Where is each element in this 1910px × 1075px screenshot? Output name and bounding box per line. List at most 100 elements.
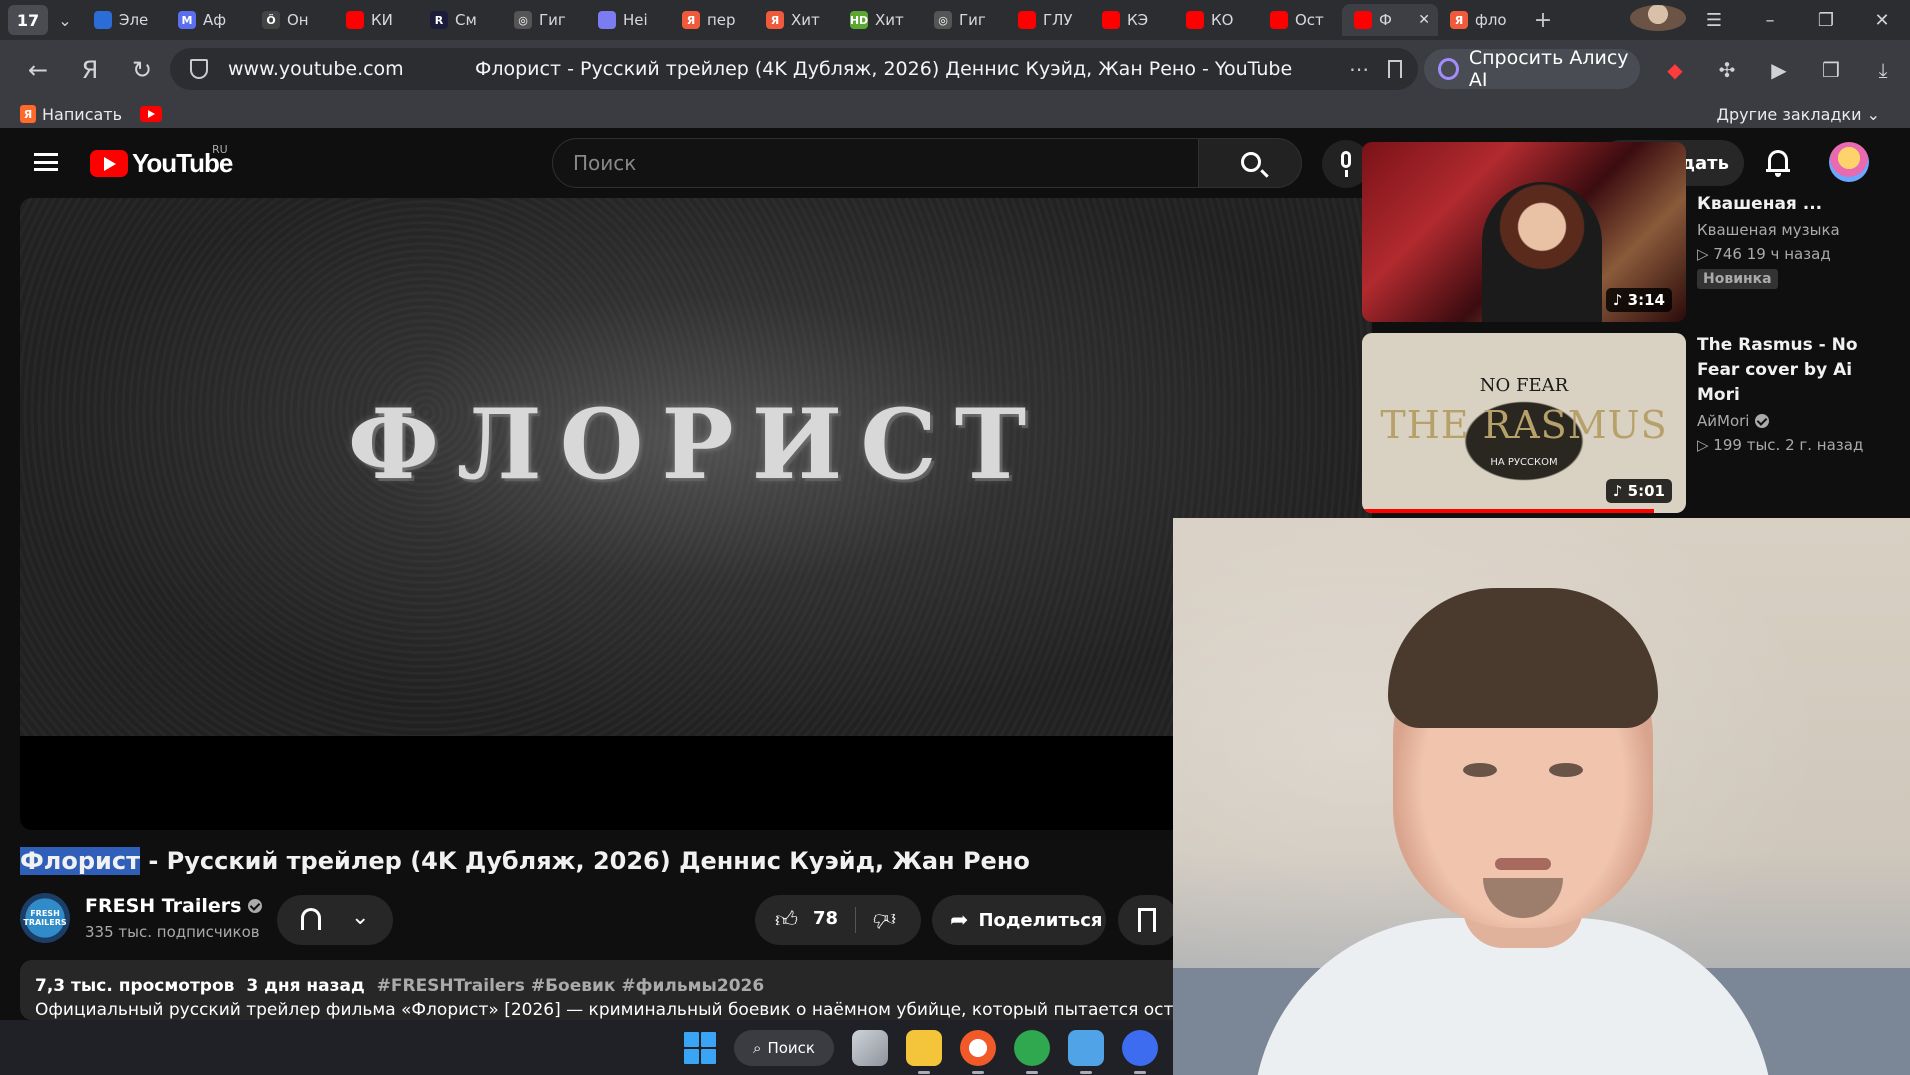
profile-button[interactable] [1630, 4, 1686, 36]
browser-tab[interactable]: Нei [586, 4, 670, 36]
video-title-highlight: Флорист [20, 847, 140, 875]
ask-alice-button[interactable]: Спросить Алису AI [1424, 47, 1640, 91]
bookmark-icon[interactable] [1388, 60, 1402, 78]
tab-count-badge[interactable]: 17 [8, 5, 48, 35]
browser-tab[interactable]: Я Хит [754, 4, 838, 36]
more-dots-icon[interactable]: ⋯ [1349, 57, 1370, 81]
reload-icon[interactable]: ↻ [116, 56, 168, 84]
omnibox[interactable]: www.youtube.com Флорист - Русский трейле… [170, 48, 1418, 90]
recommendation-thumbnail[interactable]: ♪ 3:14 [1362, 142, 1686, 322]
browser-tab[interactable]: ◎ Гиг [502, 4, 586, 36]
extensions-puzzle-icon[interactable]: ✣ [1712, 58, 1742, 82]
video-player[interactable]: ФЛОРИСТ [20, 198, 1372, 830]
search-button[interactable] [1198, 138, 1302, 188]
tab-favicon-icon [94, 11, 112, 29]
tab-list-chevron-icon[interactable]: ⌄ [48, 11, 82, 30]
tab-strip: Эле M Аф Ö Он КИ R См ◎ Гиг Нei Япер Я Хит HD Хит ◎ Гиг ГЛ… [82, 4, 1522, 36]
like-count[interactable]: 78 [813, 908, 838, 929]
recommendation-item[interactable]: ♪ 3:14 Квашеная ... Квашеная музыка ▷ 74… [1362, 142, 1910, 322]
duration-badge: ♪ 5:01 [1605, 479, 1672, 503]
browser-tab[interactable]: КИ [334, 4, 418, 36]
other-bookmarks[interactable]: Другие закладки ⌄ [1717, 105, 1881, 124]
description-meta: 7,3 тыс. просмотров 3 дня назад #FRESHTr… [35, 976, 1357, 996]
media-player-icon[interactable]: ▶ [1764, 58, 1794, 82]
tab-favicon-icon [1018, 11, 1036, 29]
account-avatar[interactable] [1829, 142, 1869, 182]
browser-tab[interactable]: ГЛУ [1006, 4, 1090, 36]
messenger-icon[interactable] [1122, 1029, 1158, 1074]
recommendation-channel-label: АйMori [1697, 412, 1750, 430]
profile-avatar-icon [1630, 4, 1686, 31]
channel-name[interactable]: FRESH Trailers [85, 895, 263, 917]
browser-tab[interactable]: Эле [82, 4, 166, 36]
yandex-browser-icon[interactable] [960, 1029, 996, 1074]
recommendation-stats: ▷ 199 тыс. 2 г. назад [1697, 436, 1864, 454]
browser-tab[interactable]: HD Хит [838, 4, 922, 36]
browser-tab[interactable]: Ф ✕ [1342, 4, 1438, 36]
youtube-bookmark-icon [140, 106, 163, 122]
browser-tab[interactable]: Япер [670, 4, 754, 36]
downloads-icon[interactable]: ⤓ [1868, 58, 1898, 82]
task-view-icon[interactable] [852, 1029, 888, 1066]
region-code: RU [212, 143, 228, 156]
browser-tab[interactable]: ◎ Гиг [922, 4, 1006, 36]
recommendation-title[interactable]: The Rasmus - No Fear cover by Ai Mori [1697, 333, 1897, 408]
bookmark-write[interactable]: Я Написать [20, 105, 122, 124]
browser-tab[interactable]: КО [1174, 4, 1258, 36]
channel-avatar[interactable]: FRESH TRAILERS [20, 893, 70, 943]
yandex-home-icon[interactable]: Я [64, 56, 116, 84]
recommendation-channel[interactable]: Квашеная музыка [1697, 221, 1897, 239]
browser-tab[interactable]: R См [418, 4, 502, 36]
recommendation-channel[interactable]: АйMori [1697, 412, 1897, 430]
close-tab-icon[interactable]: ✕ [1418, 12, 1430, 28]
browser-tab[interactable]: Яфло [1438, 4, 1522, 36]
tab-favicon-icon [1270, 11, 1288, 29]
collections-icon[interactable]: ❒ [1816, 58, 1846, 82]
recommendation-item[interactable]: NO FEAR THE RASMUS НА РУССКОМ ♪ 5:01 The… [1362, 333, 1910, 515]
subscription-bell-button[interactable]: ⌄ [277, 895, 393, 945]
recommendation-thumbnail[interactable]: NO FEAR THE RASMUS НА РУССКОМ ♪ 5:01 [1362, 333, 1686, 513]
dislike-thumb-icon[interactable]: 👍︎ [873, 906, 896, 933]
verified-check-icon [248, 899, 263, 913]
restore-icon[interactable]: ❐ [1798, 10, 1854, 31]
save-bookmark-icon [1138, 908, 1156, 932]
omnibox-page-title: Флорист - Русский трейлер (4K Дубляж, 20… [475, 58, 1293, 80]
subscriber-count: 335 тыс. подписчиков [85, 923, 260, 941]
bookmark-youtube[interactable] [140, 106, 163, 122]
tab-label: См [455, 11, 477, 29]
browser-tab[interactable]: M Аф [166, 4, 250, 36]
recommendation-title[interactable]: Квашеная ... [1697, 192, 1897, 217]
save-button[interactable] [1118, 895, 1178, 945]
like-thumb-icon[interactable]: 👍︎ [775, 906, 798, 933]
back-arrow-icon[interactable]: ← [12, 56, 64, 84]
omnibox-domain: www.youtube.com [228, 58, 404, 80]
description-box[interactable]: 7,3 тыс. просмотров 3 дня назад #FRESHTr… [20, 960, 1372, 1020]
guide-menu-icon[interactable] [34, 153, 58, 171]
notifications-bell-icon[interactable] [1766, 148, 1790, 177]
tab-favicon-icon [1102, 11, 1120, 29]
file-explorer-icon[interactable] [906, 1029, 942, 1074]
thumbnail-text-band: THE RASMUS [1380, 403, 1668, 447]
site-info-shield-icon[interactable] [190, 59, 208, 79]
browser-tab[interactable]: Ост [1258, 4, 1342, 36]
youtube-logo[interactable]: YouTube RU [90, 143, 233, 179]
menu-icon[interactable]: ☰ [1686, 10, 1742, 31]
ask-alice-label: Спросить Алису AI [1468, 47, 1629, 91]
utorrent-icon[interactable] [1014, 1029, 1050, 1074]
hashtags[interactable]: #FRESHTrailers #Боевик #фильмы2026 [377, 976, 765, 996]
new-tab-plus-icon[interactable]: + [1528, 5, 1558, 35]
taskbar-search-button[interactable]: ⌕ Поиск [734, 1029, 834, 1066]
close-window-icon[interactable]: ✕ [1854, 10, 1910, 31]
youtube-play-icon [90, 150, 128, 177]
video-frame: ФЛОРИСТ [20, 198, 1372, 736]
browser-tab[interactable]: КЭ [1090, 4, 1174, 36]
share-button[interactable]: ➦ Поделиться [932, 895, 1106, 945]
youtube-extension-icon[interactable]: ◆ [1660, 58, 1690, 82]
minimize-icon[interactable]: – [1742, 10, 1798, 31]
search-input[interactable]: Поиск [552, 138, 1252, 188]
browser-tab[interactable]: Ö Он [250, 4, 334, 36]
tab-favicon-icon: M [178, 11, 196, 29]
notepad-icon[interactable] [1068, 1029, 1104, 1074]
windows-start-icon[interactable] [684, 1031, 716, 1064]
browser-tab-bar: 17 ⌄ Эле M Аф Ö Он КИ R См ◎ Гиг Нei Япер Я Хит HD Хит ◎… [0, 0, 1910, 40]
